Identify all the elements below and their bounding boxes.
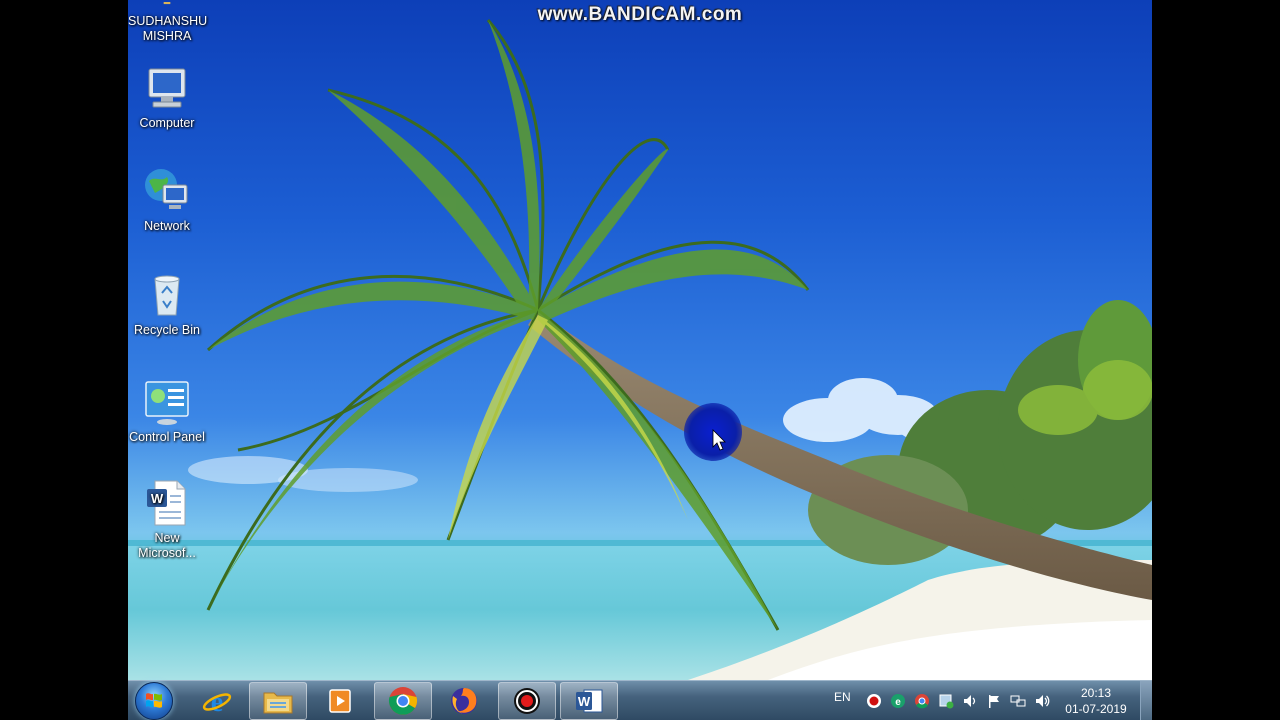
svg-text:W: W [578, 694, 591, 709]
svg-text:e: e [211, 687, 223, 716]
desktop-icon-label: Network [144, 219, 190, 233]
speaker-icon[interactable] [1034, 693, 1050, 709]
control-panel-icon [145, 381, 189, 425]
word-document-icon: W [147, 480, 186, 526]
start-orb-icon [146, 693, 162, 708]
bandicam-icon [514, 688, 540, 714]
chrome-icon [388, 687, 418, 715]
volume-icon[interactable] [962, 693, 978, 709]
desktop-icon-label: Control Panel [129, 430, 205, 444]
system-clock[interactable]: 20:13 01-07-2019 [1056, 685, 1136, 717]
firefox-icon [451, 688, 477, 714]
network-connection-icon[interactable] [1010, 693, 1026, 709]
desktop-icon-label-line2: MISHRA [142, 29, 192, 43]
taskbar-firefox[interactable] [435, 682, 493, 720]
show-desktop-button[interactable] [1140, 681, 1152, 720]
desktop-icon-label: Computer [139, 116, 195, 130]
record-tray-icon[interactable] [866, 693, 882, 709]
clock-time: 20:13 [1080, 686, 1112, 700]
word-icon: W [576, 689, 603, 713]
taskbar-chrome[interactable] [374, 682, 432, 720]
app-tray-icon[interactable]: e [890, 693, 906, 709]
desktop-icon-label: New [154, 531, 180, 545]
taskbar-media-player[interactable] [311, 682, 369, 720]
taskbar-internet-explorer[interactable]: e [188, 682, 246, 720]
desktop-icon-label: SUDHANSHU [128, 14, 208, 28]
taskbar-bandicam[interactable] [498, 682, 556, 720]
file-explorer-icon [263, 692, 293, 714]
desktop-icon-control-panel[interactable]: Control Panel [128, 378, 206, 445]
start-button[interactable] [135, 682, 173, 720]
taskbar-word[interactable]: W [560, 682, 618, 720]
desktop-icon-new-word-document[interactable]: W New Microsof... [128, 479, 206, 561]
clock-date: 01-07-2019 [1065, 702, 1127, 716]
taskbar-file-explorer[interactable] [249, 682, 307, 720]
network-icon [145, 169, 188, 209]
computer-icon [148, 68, 186, 108]
network-status-tray-icon[interactable] [938, 693, 954, 709]
internet-explorer-icon: e [202, 687, 232, 716]
svg-text:e: e [895, 697, 901, 708]
wallpaper-beach-palm [128, 19, 1152, 680]
desktop-icon-network[interactable]: Network [128, 167, 206, 234]
desktop-icon-computer[interactable]: Computer [128, 64, 206, 131]
user-folder-icon [163, 2, 171, 5]
desktop-icon-recycle-bin[interactable]: Recycle Bin [128, 271, 206, 338]
desktop-icon-user-folder[interactable]: SUDHANSHU MISHRA [128, 2, 208, 44]
recycle-bin-icon [154, 275, 180, 316]
desktop[interactable] [128, 0, 1152, 720]
chrome-tray-icon[interactable] [914, 693, 930, 709]
desktop-icon-label-line2: Microsof... [138, 546, 196, 560]
svg-text:W: W [151, 491, 164, 506]
desktop-icon-label: Recycle Bin [134, 323, 200, 337]
media-player-icon [329, 689, 351, 713]
action-center-flag-icon[interactable] [986, 693, 1002, 709]
taskbar: e W EN e 20:13 01-07-2019 [128, 680, 1152, 720]
language-indicator[interactable]: EN [834, 690, 851, 704]
